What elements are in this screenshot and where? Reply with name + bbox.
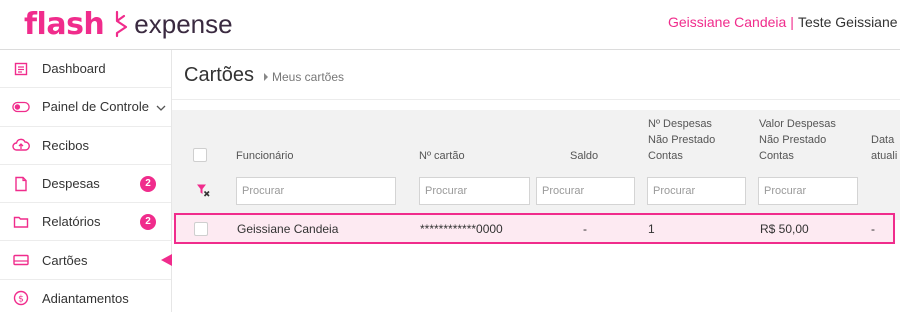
filter-cartao-input[interactable] [419, 177, 530, 205]
cell-valor: R$ 50,00 [760, 222, 809, 236]
sidebar-item-label: Cartões [42, 252, 88, 268]
sidebar-item-label: Adiantamentos [42, 290, 129, 306]
column-header-funcionario[interactable]: Funcionário [236, 148, 293, 164]
sidebar-item-despesas[interactable]: Despesas 2 [0, 165, 171, 204]
page-title: Cartões [184, 64, 255, 86]
column-header-line: Valor Despesas [759, 118, 836, 130]
sidebar-item-dashboard[interactable]: Dashboard [0, 50, 171, 89]
caret-right-icon [264, 73, 268, 81]
toggle-icon [12, 98, 30, 116]
column-header-saldo[interactable]: Saldo [570, 148, 598, 164]
sidebar: Dashboard Painel de Controle Recibos Des… [0, 50, 172, 312]
chevron-down-icon[interactable] [156, 100, 166, 115]
filter-despesas-input[interactable] [647, 177, 746, 205]
sidebar-item-label: Relatórios [42, 214, 101, 230]
cell-funcionario: Geissiane Candeia [237, 222, 339, 236]
flash-expense-logo[interactable]: flash expense [24, 6, 233, 42]
company-name[interactable]: Teste Geissiane C [798, 14, 900, 30]
sidebar-item-painel-de-controle[interactable]: Painel de Controle [0, 88, 171, 127]
breadcrumb-item[interactable]: Meus cartões [272, 70, 344, 84]
sidebar-item-recibos[interactable]: Recibos [0, 127, 171, 165]
main-content: Cartões Meus cartões Funcionário Nº cart… [172, 50, 900, 312]
filter-valor-input[interactable] [758, 177, 858, 205]
clear-filter-icon[interactable] [196, 183, 210, 202]
breadcrumb[interactable]: Meus cartões [264, 70, 344, 84]
column-header-line: Contas [648, 150, 683, 162]
relatorios-count-badge: 2 [140, 213, 156, 230]
column-header-line: Não Prestado [648, 134, 716, 146]
card-icon [12, 251, 30, 269]
file-icon [12, 175, 30, 193]
column-header-line: Contas [759, 150, 794, 162]
cell-data: - [871, 222, 875, 236]
logo-flash-text: flash [24, 6, 105, 42]
active-item-indicator [161, 254, 172, 267]
cell-despesas: 1 [648, 222, 655, 236]
sidebar-item-label: Painel de Controle [42, 99, 149, 115]
logo-expense-text: expense [134, 8, 233, 39]
sidebar-item-label: Recibos [42, 137, 89, 153]
filter-funcionario-input[interactable] [236, 177, 396, 205]
column-header-line: Data [871, 134, 895, 146]
page-header: Cartões Meus cartões [172, 50, 900, 100]
table-row[interactable]: Geissiane Candeia ************0000 - 1 R… [174, 213, 895, 244]
header-separator: | [790, 14, 794, 30]
column-header-valor[interactable]: Valor Despesas Não Prestado Contas [759, 116, 836, 164]
table-header: Funcionário Nº cartão Saldo Nº Despesas … [172, 110, 900, 220]
sidebar-item-label: Despesas [42, 176, 100, 192]
filter-saldo-input[interactable] [536, 177, 635, 205]
column-header-line: atuali [871, 150, 898, 162]
user-company-menu[interactable]: Geissiane Candeia|Teste Geissiane C [668, 14, 900, 30]
column-header-cartao[interactable]: Nº cartão [419, 148, 465, 164]
column-header-despesas[interactable]: Nº Despesas Não Prestado Contas [648, 116, 715, 164]
sidebar-item-label: Dashboard [42, 61, 106, 77]
despesas-count-badge: 2 [140, 175, 156, 192]
user-name[interactable]: Geissiane Candeia [668, 14, 786, 30]
row-select-checkbox[interactable] [194, 222, 208, 236]
svg-text:$: $ [18, 295, 24, 305]
column-header-line: Nº Despesas [648, 118, 712, 130]
cloud-upload-icon [12, 136, 30, 154]
cell-saldo: - [583, 222, 587, 236]
dollar-icon: $ [12, 289, 30, 307]
sidebar-item-relatorios[interactable]: Relatórios 2 [0, 203, 171, 242]
top-header: flash expense Geissiane Candeia | Teste Ge… [0, 0, 900, 50]
sidebar-item-adiantamentos[interactable]: $ Adiantamentos [0, 280, 171, 312]
column-header-data[interactable]: Data atuali [871, 132, 897, 164]
column-header-line: Não Prestado [759, 134, 827, 146]
folder-icon [12, 213, 30, 231]
sidebar-item-cartoes[interactable]: Cartões [0, 241, 172, 280]
logo-mark-icon [116, 10, 128, 38]
cell-cartao: ************0000 [420, 222, 503, 236]
select-all-checkbox[interactable] [193, 148, 207, 162]
dashboard-icon [12, 60, 30, 78]
